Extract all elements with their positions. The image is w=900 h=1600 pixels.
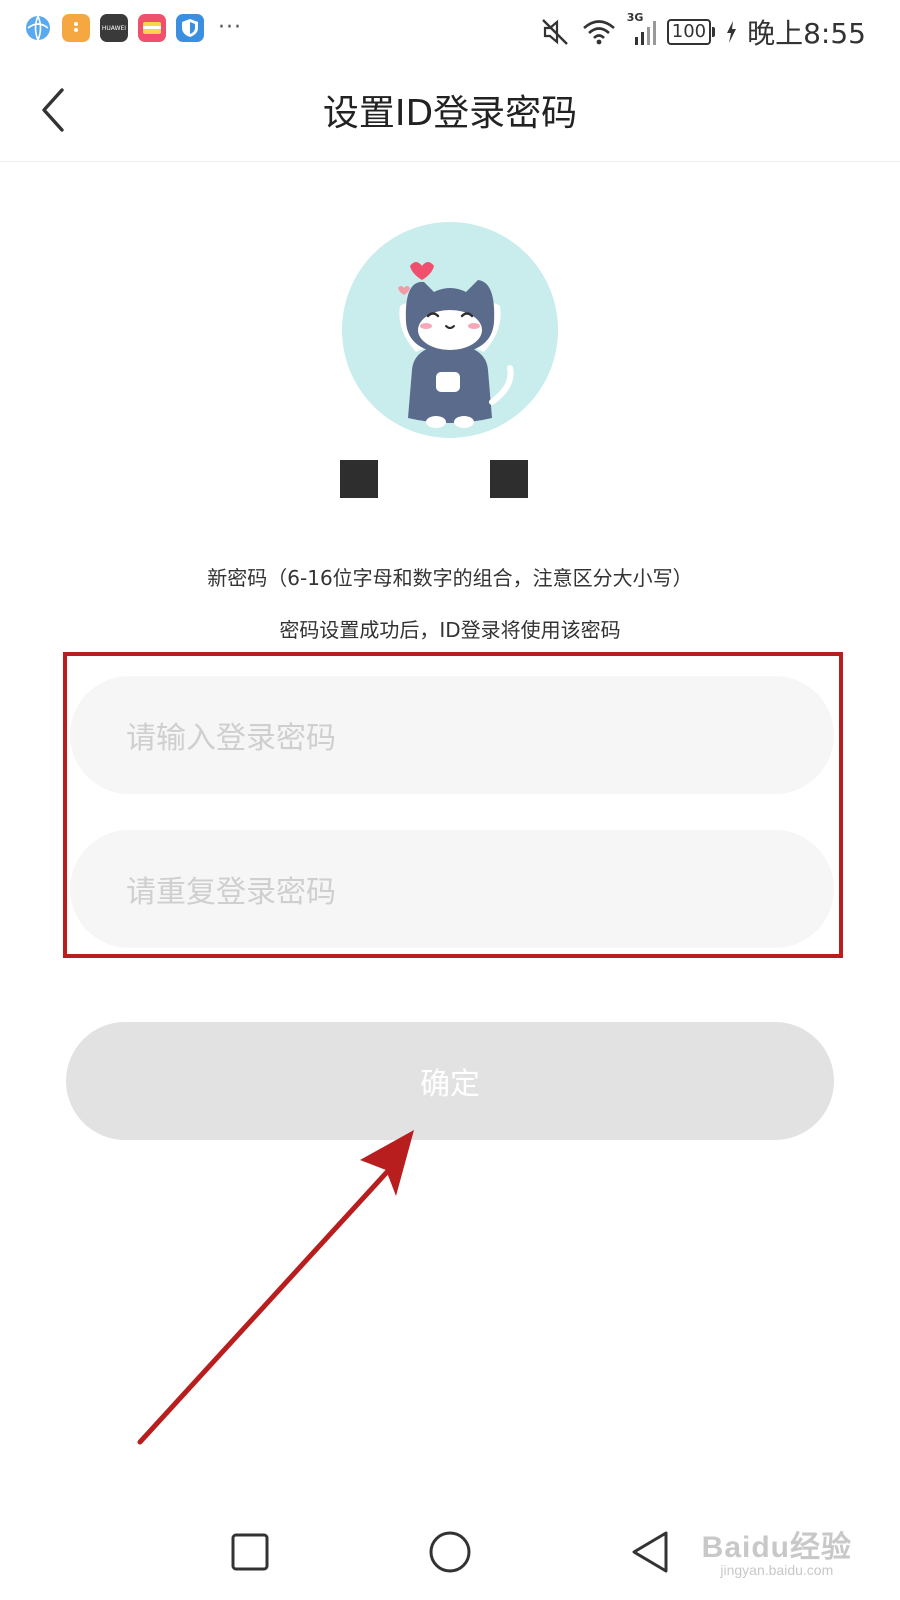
confirm-button-label: 确定 — [420, 1067, 480, 1102]
cat-avatar-illustration — [398, 262, 514, 428]
watermark-url: jingyan.baidu.com — [720, 1562, 834, 1578]
mute-icon — [539, 16, 571, 48]
password-rule-hint: 新密码（6-16位字母和数字的组合，注意区分大小写） — [207, 566, 693, 590]
status-bar: HUAWEI ··· 3G 100 晚上8:55 — [0, 0, 900, 62]
password-input[interactable]: 请输入登录密码 — [70, 676, 834, 794]
more-notifications: ··· — [218, 15, 242, 40]
notification-icons: HUAWEI ··· — [24, 14, 242, 42]
redacted-name-block-right — [490, 460, 528, 498]
huawei-card-icon — [138, 14, 166, 42]
appgallery-icon: HUAWEI — [100, 14, 128, 42]
system-status: 3G 100 晚上8:55 — [539, 11, 866, 52]
browser-icon — [24, 14, 52, 42]
confirm-password-input[interactable]: 请重复登录密码 — [70, 830, 834, 948]
battery-level: 100 — [666, 19, 712, 45]
network-type: 3G — [626, 11, 644, 24]
watermark-logo: Baidu经验 — [701, 1531, 852, 1564]
status-clock: 晚上8:55 — [747, 17, 866, 50]
circle-icon — [429, 1531, 471, 1573]
page-title: 设置ID登录密码 — [322, 93, 578, 134]
battery-indicator: 100 — [666, 19, 716, 45]
home-button[interactable] — [420, 1522, 480, 1582]
wallet-icon — [62, 14, 90, 42]
signal-icon: 3G — [627, 11, 657, 47]
baidu-watermark: Baidu经验 jingyan.baidu.com — [702, 1522, 852, 1578]
triangle-back-icon — [632, 1531, 668, 1573]
recent-apps-button[interactable] — [220, 1522, 280, 1582]
shield-icon — [176, 14, 204, 42]
confirm-password-placeholder: 请重复登录密码 — [126, 875, 336, 910]
appgallery-label: HUAWEI — [101, 24, 127, 32]
battery-tip — [712, 27, 716, 37]
square-icon — [231, 1533, 269, 1571]
redacted-name-block-left — [340, 460, 378, 498]
app-header: 设置ID登录密码 — [0, 62, 900, 162]
password-input-placeholder: 请输入登录密码 — [126, 721, 336, 756]
back-nav-button[interactable] — [620, 1522, 680, 1582]
password-usage-hint: 密码设置成功后，ID登录将使用该密码 — [279, 618, 621, 642]
confirm-button[interactable]: 确定 — [66, 1022, 834, 1140]
wifi-icon — [581, 17, 617, 47]
avatar — [342, 222, 558, 438]
charging-icon — [725, 20, 737, 44]
